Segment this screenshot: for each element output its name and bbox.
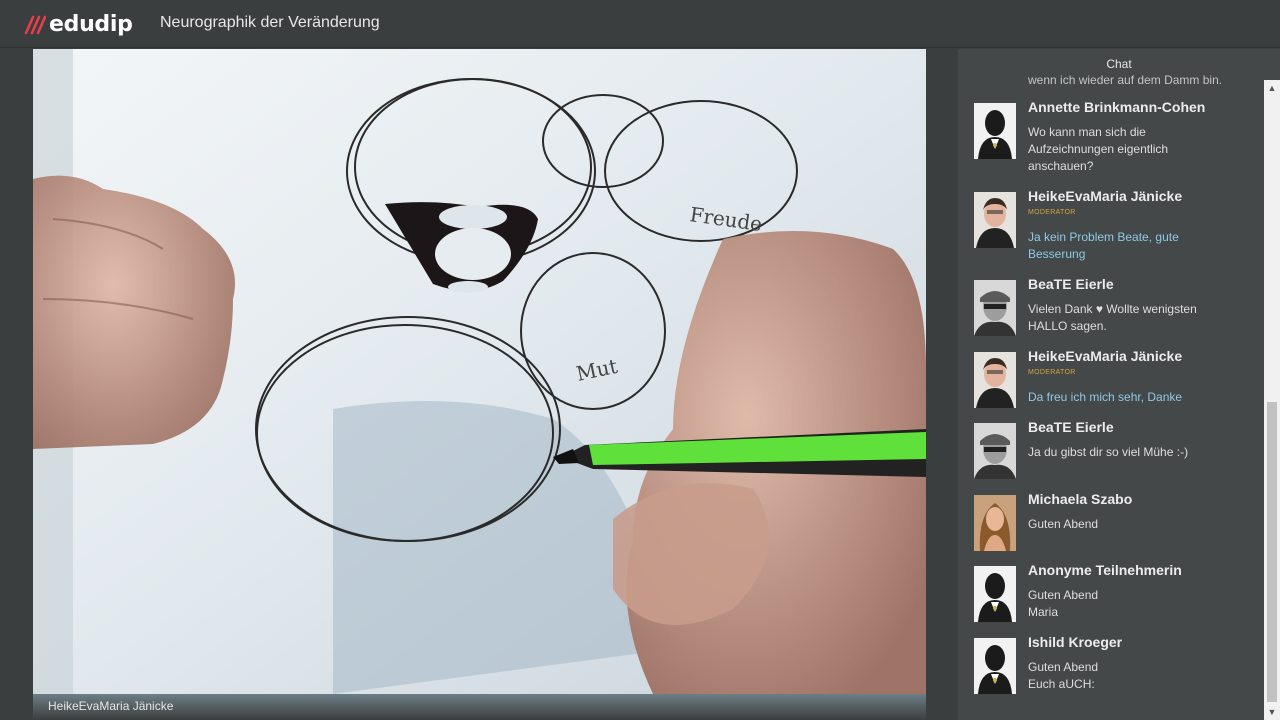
presenter-video[interactable]: Freude Mut [33, 49, 926, 694]
chat-text: Da freu ich mich sehr, Danke [1028, 389, 1258, 406]
default-avatar-icon [974, 638, 1016, 694]
scrollbar-thumb[interactable] [1267, 402, 1277, 702]
user-photo [974, 423, 1016, 479]
logo-slashes-icon [24, 15, 46, 35]
chat-text-line: Euch aUCH: [1028, 677, 1095, 691]
chat-author: BeaTE Eierle [1028, 419, 1114, 435]
moderator-badge: MODERATOR [1028, 209, 1076, 216]
chat-text-line: Guten Abend [1028, 517, 1099, 531]
default-avatar-icon [974, 566, 1016, 622]
chat-text: Wo kann man sich die Aufzeichnungen eige… [1028, 124, 1258, 175]
user-photo [974, 280, 1016, 336]
chat-text-line: Besserung [1028, 247, 1086, 261]
chat-text: Ja kein Problem Beate, gute Besserung [1028, 229, 1258, 263]
webinar-title: Neurographik der Veränderung [160, 14, 380, 31]
chat-text-line: anschauen? [1028, 159, 1094, 173]
edudip-logo[interactable]: edudip [24, 11, 133, 37]
chat-author: HeikeEvaMaria Jänicke [1028, 188, 1183, 204]
chat-scrollbar[interactable]: ▲ ▼ [1264, 80, 1280, 720]
drawing-video-frame: Freude Mut [33, 49, 926, 694]
default-avatar-icon [974, 103, 1016, 159]
moderator-photo [974, 192, 1016, 248]
chat-text: Guten Abend Euch aUCH: [1028, 659, 1258, 693]
moderator-photo [974, 352, 1016, 408]
chat-text-line: Maria [1028, 605, 1059, 619]
chat-text: Vielen Dank ♥ Wollte wenigsten HALLO sag… [1028, 301, 1258, 335]
logo-text: edudip [49, 11, 133, 37]
moderator-badge: MODERATOR [1028, 369, 1076, 376]
chat-text-line: Da freu ich mich sehr, Danke [1028, 390, 1183, 404]
presenter-name-label: HeikeEvaMaria Jänicke [48, 699, 174, 713]
chat-partial-message: wenn ich wieder auf dem Damm bin. [1028, 73, 1223, 87]
chat-text: Guten Abend Maria [1028, 587, 1258, 621]
chat-text-line: Guten Abend [1028, 588, 1099, 602]
chat-text-line: Guten Abend [1028, 660, 1099, 674]
chat-text-line: Wo kann man sich die [1028, 125, 1146, 139]
chat-author: Annette Brinkmann-Cohen [1028, 99, 1206, 115]
video-area: Freude Mut HeikeEvaMaria Jänicke [0, 49, 958, 720]
chat-text-line: Ja du gibst dir so viel Mühe :-) [1028, 445, 1189, 459]
chat-text: Guten Abend [1028, 516, 1258, 533]
chat-text-line: Ja kein Problem Beate, gute [1028, 230, 1179, 244]
user-photo [974, 495, 1016, 551]
chat-author: BeaTE Eierle [1028, 276, 1114, 292]
scroll-down-arrow-icon[interactable]: ▼ [1264, 704, 1280, 720]
chat-author: HeikeEvaMaria Jänicke [1028, 348, 1183, 364]
chat-text-line: HALLO sagen. [1028, 319, 1107, 333]
chat-author: Anonyme Teilnehmerin [1028, 562, 1182, 578]
chat-panel: Chat wenn ich wieder auf dem Damm bin. A… [958, 49, 1280, 720]
chat-message-list[interactable]: wenn ich wieder auf dem Damm bin. Annett… [958, 71, 1264, 720]
chat-text-line: Vielen Dank ♥ Wollte wenigsten [1028, 302, 1197, 316]
chat-author: Ishild Kroeger [1028, 634, 1123, 650]
chat-author: Michaela Szabo [1028, 491, 1133, 507]
scroll-up-arrow-icon[interactable]: ▲ [1264, 80, 1280, 96]
chat-text: Ja du gibst dir so viel Mühe :-) [1028, 444, 1258, 461]
chat-text-line: Aufzeichnungen eigentlich [1028, 142, 1169, 156]
top-bar: edudip Neurographik der Veränderung [0, 0, 1280, 48]
